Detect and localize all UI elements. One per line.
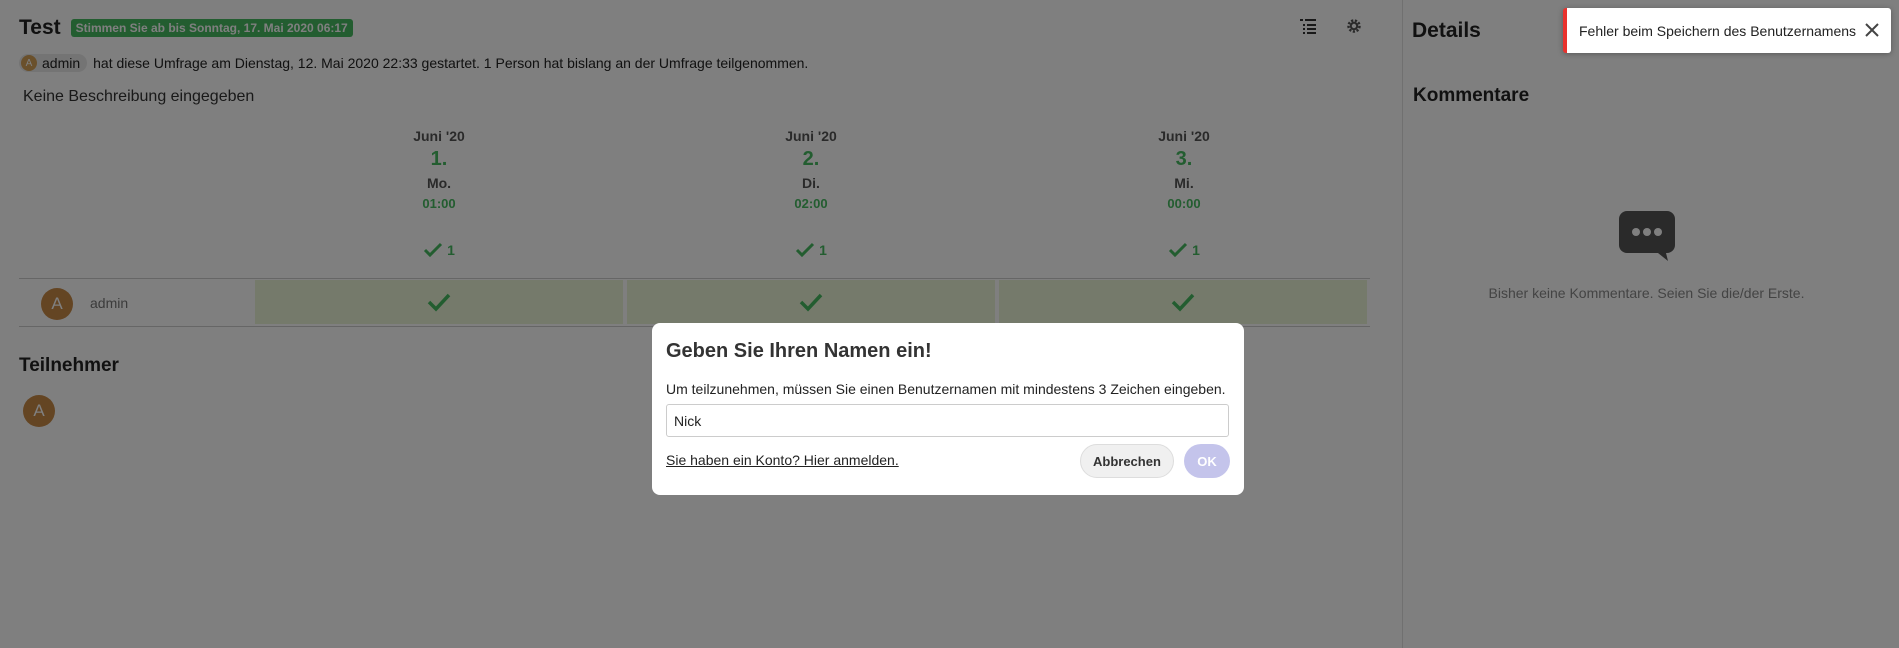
error-toast: Fehler beim Speichern des Benutzernamens <box>1563 8 1891 53</box>
toast-message: Fehler beim Speichern des Benutzernamens <box>1579 22 1857 39</box>
dialog-title: Geben Sie Ihren Namen ein! <box>666 340 932 362</box>
ok-button[interactable]: OK <box>1184 444 1230 478</box>
dialog-text: Um teilzunehmen, müssen Sie einen Benutz… <box>666 381 1226 397</box>
cancel-button[interactable]: Abbrechen <box>1080 444 1174 478</box>
login-link[interactable]: Sie haben ein Konto? Hier anmelden. <box>666 452 899 468</box>
username-input[interactable] <box>666 404 1229 437</box>
name-dialog: Geben Sie Ihren Namen ein! Um teilzunehm… <box>652 323 1244 495</box>
close-icon[interactable] <box>1863 21 1881 39</box>
